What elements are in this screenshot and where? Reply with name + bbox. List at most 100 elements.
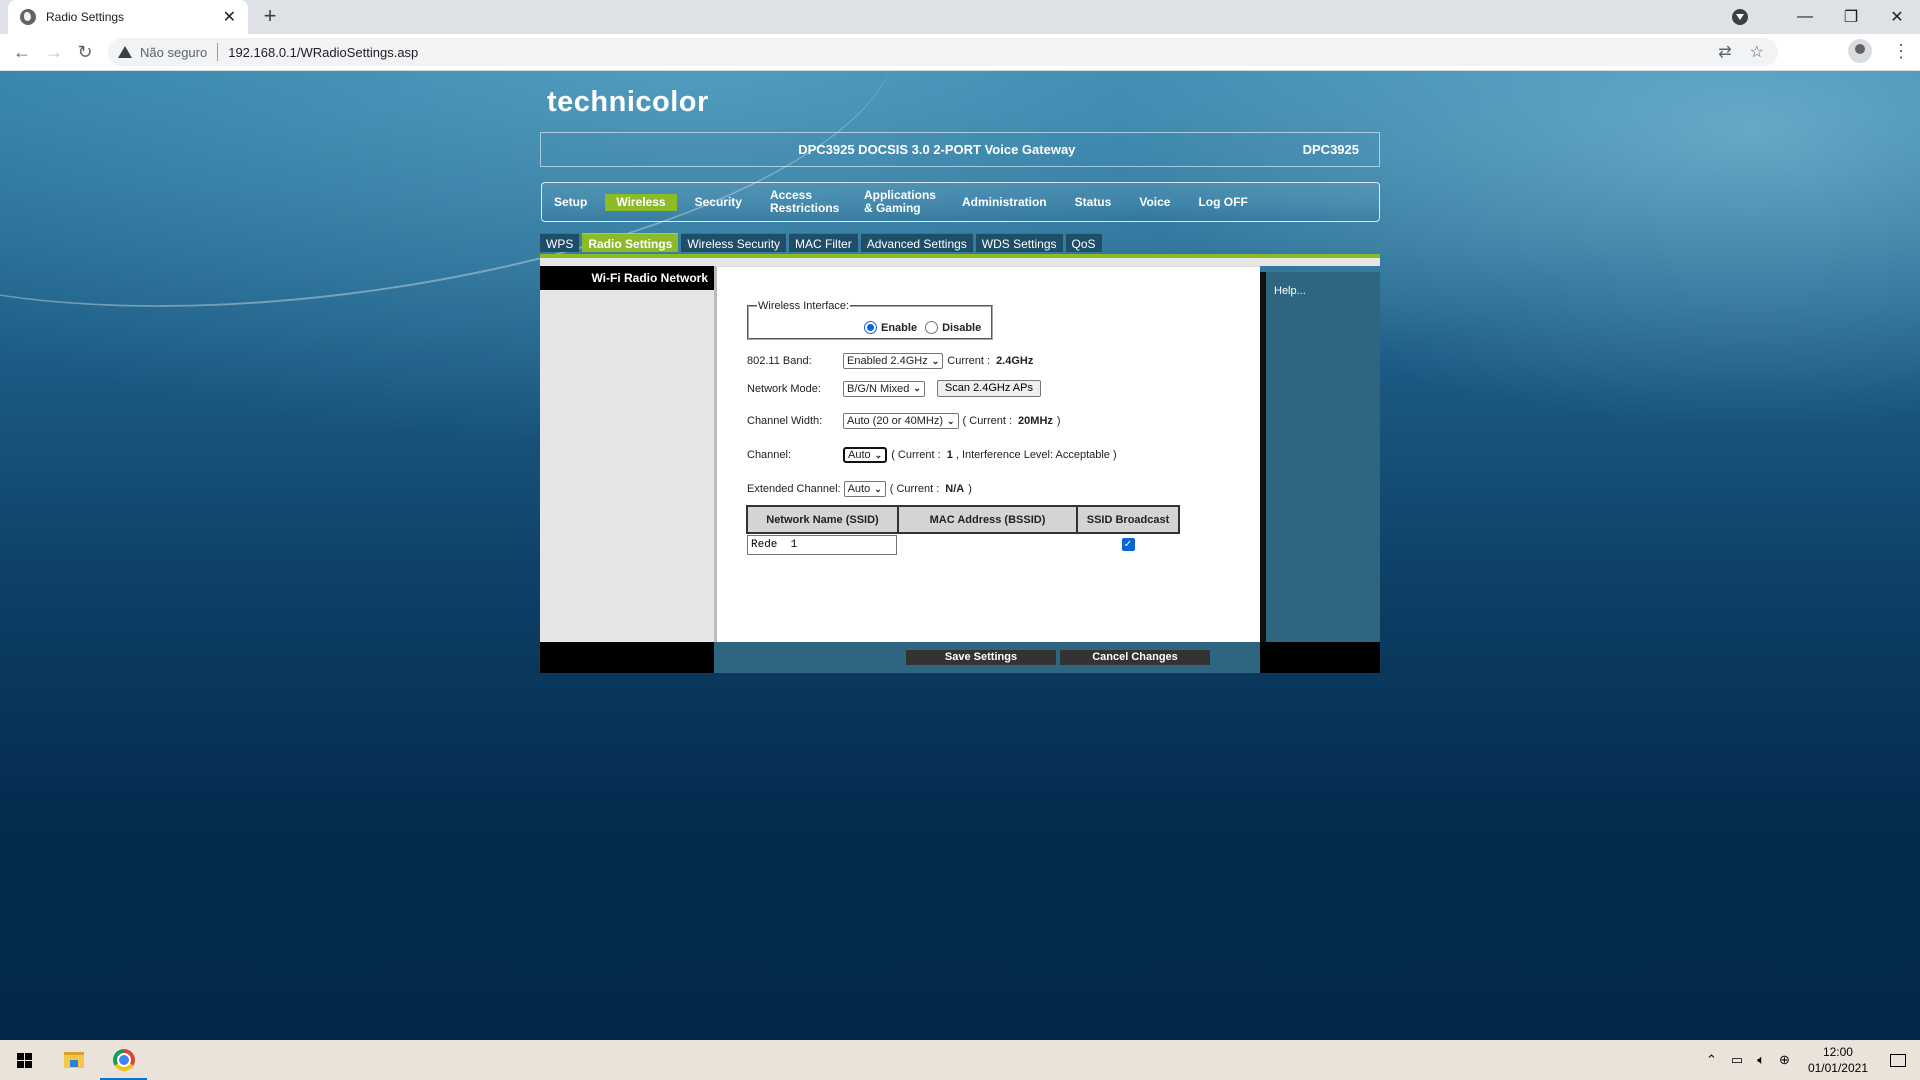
address-bar[interactable]: Não seguro 192.168.0.1/WRadioSettings.as… — [108, 38, 1778, 66]
nav-wireless[interactable]: Wireless — [605, 193, 677, 211]
help-column: Help... — [1260, 272, 1380, 642]
extended-channel-select[interactable]: Auto ⌄ — [843, 481, 886, 497]
forward-arrow-icon[interactable]: → — [42, 40, 66, 64]
nav-applications-gaming[interactable]: Applications & Gaming — [864, 189, 936, 215]
channel-current-value: 1 — [946, 449, 953, 461]
channel-width-select[interactable]: Auto (20 or 40MHz) ⌄ — [843, 413, 959, 429]
extended-channel-current-value: N/A — [945, 483, 965, 495]
panel-top-strip — [714, 258, 1380, 266]
sub-nav: WPS Radio Settings Wireless Security MAC… — [540, 233, 1102, 252]
nav-setup[interactable]: Setup — [554, 195, 587, 209]
tab-title: Radio Settings — [46, 10, 125, 24]
new-tab-button[interactable]: + — [258, 4, 282, 28]
subtab-wps[interactable]: WPS — [540, 233, 580, 252]
close-window-button[interactable]: ✕ — [1874, 7, 1920, 27]
band-row: 802.11 Band: Enabled 2.4GHz ⌄ Current : 2… — [747, 353, 1033, 369]
header-ssid-broadcast: SSID Broadcast — [1076, 505, 1180, 534]
channel-width-current-value: 20MHz — [1018, 415, 1053, 427]
chrome-taskbar-button[interactable] — [100, 1040, 148, 1080]
taskbar: ⌃ ▭ 🔈︎ ⊕ 12:00 01/01/2021 — [0, 1040, 1920, 1080]
extended-channel-label: Extended Channel: — [747, 483, 841, 495]
enable-label: Enable — [881, 321, 918, 334]
start-button[interactable] — [0, 1040, 48, 1080]
extended-channel-suffix: ) — [968, 483, 972, 495]
nav-status[interactable]: Status — [1075, 195, 1112, 209]
nav-security[interactable]: Security — [695, 195, 742, 209]
channel-row: Channel: Auto ⌄ ( Current : 1 , Interfere… — [747, 447, 1117, 463]
subtab-advanced-settings[interactable]: Advanced Settings — [860, 233, 973, 252]
main-nav: Setup Wireless Security Access Restrictio… — [541, 182, 1380, 222]
windows-logo-icon — [16, 1052, 32, 1068]
channel-width-value: Auto (20 or 40MHz) — [847, 415, 943, 427]
band-current-value: 2.4GHz — [996, 355, 1034, 367]
channel-value: Auto — [848, 449, 871, 461]
nav-administration[interactable]: Administration — [962, 195, 1047, 209]
system-tray: ⌃ ▭ 🔈︎ ⊕ 12:00 01/01/2021 — [1706, 1040, 1920, 1080]
cancel-changes-button[interactable]: Cancel Changes — [1060, 650, 1210, 665]
network-globe-icon[interactable]: ⊕ — [1779, 1052, 1790, 1068]
header-ssid: Network Name (SSID) — [746, 505, 899, 534]
help-link[interactable]: Help... — [1274, 285, 1306, 297]
minimize-button[interactable]: — — [1782, 8, 1828, 26]
form-content: Wireless Interface: Enable Disable 802.1… — [714, 266, 1260, 642]
tab-search-icon[interactable] — [1732, 9, 1748, 25]
extended-channel-row: Extended Channel: Auto ⌄ ( Current : N/A … — [747, 481, 972, 497]
subtab-qos[interactable]: QoS — [1065, 233, 1102, 252]
band-select[interactable]: Enabled 2.4GHz ⌄ — [843, 353, 944, 369]
channel-width-row: Channel Width: Auto (20 or 40MHz) ⌄ ( Cur… — [747, 413, 1061, 429]
band-select-value: Enabled 2.4GHz — [847, 355, 928, 367]
panel-footer: Save Settings Cancel Changes — [540, 642, 1380, 673]
network-mode-row: Network Mode: B/G/N Mixed ⌄ Scan 2.4GHz A… — [747, 380, 1041, 397]
extended-channel-current-label: ( Current : — [889, 483, 940, 495]
channel-width-current-label: ( Current : — [962, 415, 1013, 427]
battery-icon[interactable]: ▭ — [1731, 1052, 1743, 1068]
clock[interactable]: 12:00 01/01/2021 — [1808, 1044, 1868, 1076]
ssid-input[interactable] — [747, 534, 897, 555]
router-page: technicolor DPC3925 DOCSIS 3.0 2-PORT Vo… — [0, 71, 1920, 1040]
chevron-down-icon: ⌄ — [946, 415, 955, 426]
browser-toolbar: ← → ↻ Não seguro 192.168.0.1/WRadioSetti… — [0, 34, 1920, 71]
subtab-wireless-security[interactable]: Wireless Security — [681, 233, 787, 252]
save-settings-button[interactable]: Save Settings — [906, 650, 1056, 665]
scan-aps-button[interactable]: Scan 2.4GHz APs — [936, 380, 1041, 397]
disable-radio[interactable] — [925, 321, 939, 334]
nav-access-restrictions[interactable]: Access Restrictions — [770, 189, 839, 215]
bookmark-star-icon[interactable]: ☆ — [1750, 42, 1764, 62]
url-text[interactable]: 192.168.0.1/WRadioSettings.asp — [228, 45, 418, 60]
channel-width-suffix: ) — [1056, 415, 1061, 427]
brand-logo: technicolor — [547, 86, 709, 118]
chevron-down-icon: ⌄ — [931, 355, 940, 366]
reload-icon[interactable]: ↻ — [73, 40, 97, 64]
nav-voice[interactable]: Voice — [1139, 195, 1170, 209]
warning-icon — [118, 46, 132, 58]
nav-log-off[interactable]: Log OFF — [1198, 195, 1247, 209]
folder-icon — [64, 1052, 84, 1068]
product-header: DPC3925 DOCSIS 3.0 2-PORT Voice Gateway … — [540, 132, 1380, 167]
volume-icon[interactable]: 🔈︎ — [1757, 1052, 1765, 1068]
chevron-down-icon: ⌄ — [913, 383, 921, 393]
ssid-broadcast-checkbox[interactable]: ✓ — [1121, 538, 1135, 551]
subtab-radio-settings[interactable]: Radio Settings — [582, 233, 679, 252]
browser-tab[interactable]: Radio Settings ✕ — [8, 0, 248, 34]
file-explorer-button[interactable] — [50, 1040, 98, 1080]
profile-avatar-icon[interactable] — [1848, 39, 1872, 63]
restore-button[interactable]: ❐ — [1828, 7, 1874, 27]
channel-select[interactable]: Auto ⌄ — [843, 447, 888, 463]
security-status[interactable]: Não seguro — [140, 45, 207, 60]
subtab-mac-filter[interactable]: MAC Filter — [789, 233, 858, 252]
subtab-wds-settings[interactable]: WDS Settings — [975, 233, 1063, 252]
translate-icon[interactable]: ⇄ — [1718, 42, 1731, 62]
channel-width-label: Channel Width: — [747, 415, 823, 427]
band-current-label: Current : — [947, 355, 991, 367]
network-mode-select[interactable]: B/G/N Mixed ⌄ — [843, 380, 925, 397]
channel-current-label: ( Current : — [891, 449, 941, 461]
close-tab-icon[interactable]: ✕ — [223, 7, 236, 27]
notification-icon[interactable] — [1890, 1053, 1906, 1067]
show-hidden-icons-chevron-icon[interactable]: ⌃ — [1706, 1052, 1717, 1068]
footer-button-bar: Save Settings Cancel Changes — [714, 642, 1260, 673]
browser-tab-strip: Radio Settings ✕ + — ❐ ✕ — [0, 0, 1920, 34]
menu-kebab-icon[interactable]: ⋮ — [1892, 41, 1910, 62]
back-arrow-icon[interactable]: ← — [10, 40, 34, 64]
band-label: 802.11 Band: — [747, 355, 812, 367]
enable-radio[interactable] — [864, 321, 877, 334]
